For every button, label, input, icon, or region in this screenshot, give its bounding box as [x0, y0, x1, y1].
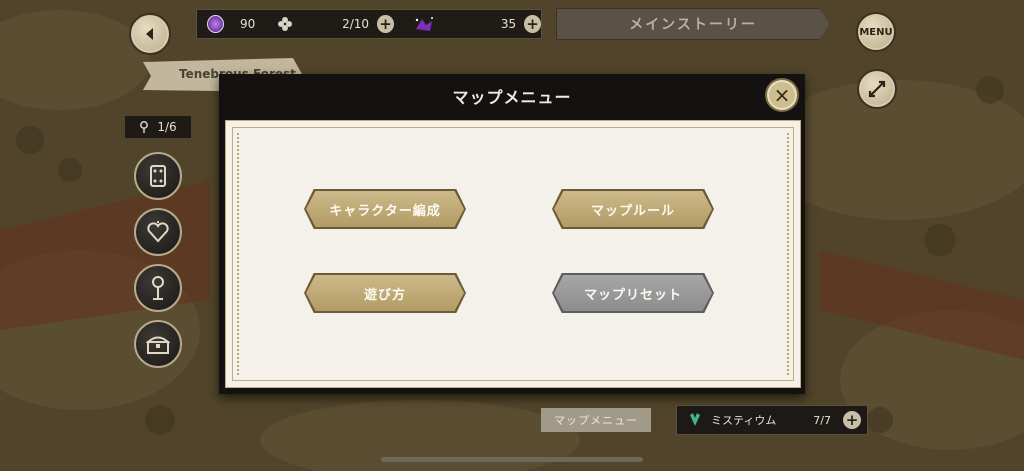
expand-button[interactable]: [857, 69, 897, 109]
main-story-tab[interactable]: メインストーリー: [556, 8, 830, 40]
back-button[interactable]: [129, 13, 171, 55]
crystal-icon: [412, 15, 436, 33]
torch-button[interactable]: [134, 264, 182, 312]
close-button[interactable]: ×: [765, 78, 799, 112]
item-count: 2/10: [342, 17, 370, 31]
crystal-count: 35: [500, 17, 517, 31]
menu-button[interactable]: MENU: [856, 12, 896, 52]
add-item-button[interactable]: +: [377, 15, 394, 33]
how-to-play-button[interactable]: 遊び方: [306, 275, 464, 311]
dotted-border-left: [237, 133, 239, 375]
add-crystal-button[interactable]: +: [524, 15, 542, 33]
map-reset-button[interactable]: マップリセット: [554, 275, 712, 311]
resource-bar: 90 2/10 + 35 +: [196, 9, 542, 39]
treasure-chest-button[interactable]: [134, 320, 182, 368]
dotted-border-right: [787, 133, 789, 375]
mystium-label: ミスティウム: [711, 414, 777, 427]
party-counter-value: 1/6: [157, 120, 177, 134]
map-rules-button[interactable]: マップルール: [554, 191, 712, 227]
torch-icon: [152, 276, 164, 300]
expand-arrows-icon: [868, 80, 886, 98]
mystium-crystal-icon: [690, 413, 700, 426]
party-counter: 1/6: [125, 116, 191, 138]
mystium-count: 7/7: [813, 413, 831, 427]
dialog-panel: キャラクター編成 マップルール 遊び方 マップリセット: [225, 120, 801, 388]
close-icon: ×: [773, 83, 791, 107]
character-formation-button[interactable]: キャラクター編成: [306, 191, 464, 227]
heart-button[interactable]: [134, 208, 182, 256]
cards-button[interactable]: [134, 152, 182, 200]
map-menu-tab[interactable]: マップメニュー: [541, 408, 651, 432]
chevron-left-icon: [146, 28, 153, 40]
dialog-title: マップメニュー: [452, 88, 572, 107]
flower-icon: [277, 17, 292, 31]
pin-icon: [140, 121, 149, 133]
treasure-chest-icon: [146, 336, 170, 354]
home-indicator: [381, 457, 643, 462]
gem-icon: [207, 15, 225, 33]
heart-icon: [147, 221, 169, 243]
map-menu-dialog: マップメニュー × キャラクター編成 マップルール 遊び方 マップリセット: [219, 74, 805, 394]
cards-icon: [150, 165, 166, 187]
gem-count: 90: [240, 17, 256, 31]
mystium-bar: ミスティウム 7/7 +: [676, 405, 868, 435]
add-mystium-button[interactable]: +: [843, 411, 861, 429]
panel-frame: [232, 127, 794, 381]
